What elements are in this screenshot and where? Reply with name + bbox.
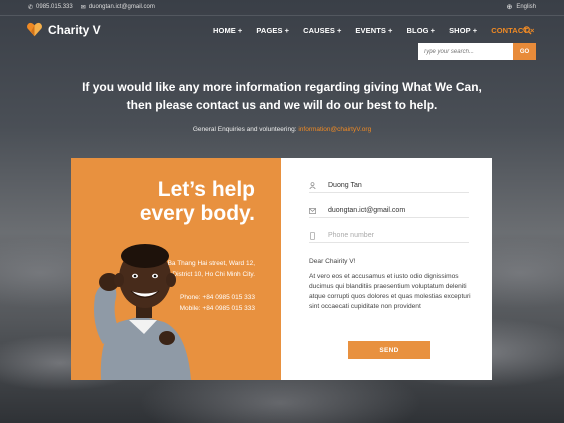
email-value: duongtan.ict@gmail.com (328, 207, 406, 214)
search-dropdown: GO (418, 43, 536, 60)
phone-icon: ✆ (28, 4, 34, 11)
name-field[interactable]: Duong Tan (309, 179, 469, 193)
mobile-icon (309, 231, 316, 240)
search-icon[interactable] (523, 26, 532, 35)
topbar-phone-text: 0985.015.333 (36, 4, 73, 10)
language-label: English (516, 4, 536, 10)
search-go-button[interactable]: GO (513, 43, 536, 60)
message-body: At vero eos et accusamus et iusto odio d… (309, 273, 471, 310)
child-photo (94, 244, 191, 380)
nav-item-pages[interactable]: PAGES + (256, 26, 289, 35)
top-bar: ✆ 0985.015.333 ✉ duongtan.ict@gmail.com … (0, 0, 564, 14)
nav-item-blog[interactable]: BLOG + (407, 26, 436, 35)
email-field[interactable]: duongtan.ict@gmail.com (309, 204, 469, 218)
user-icon (309, 182, 316, 189)
language-selector[interactable]: ⊕ English (506, 3, 536, 11)
mail-icon (309, 207, 316, 214)
hero-line-2: then please contact us and we will do ou… (126, 98, 438, 112)
logo[interactable]: Charity V (26, 21, 101, 38)
name-value: Duong Tan (328, 182, 362, 189)
brand-name: Charity V (48, 22, 101, 37)
hero-headline: If you would like any more information r… (0, 78, 564, 114)
hero-line-1: If you would like any more information r… (82, 80, 482, 94)
enquiry-email-link[interactable]: information@chairtyV.org (298, 126, 371, 133)
topbar-email[interactable]: ✉ duongtan.ict@gmail.com (81, 4, 155, 11)
globe-icon: ⊕ (506, 4, 513, 11)
contact-card: Let’s help every body. Ba Thang Hai stre… (71, 158, 492, 380)
message-textarea[interactable]: Dear Chairity V! At vero eos et accusamu… (309, 257, 481, 312)
message-greeting: Dear Chairity V! (309, 258, 356, 265)
enquiry-label: General Enquiries and volunteering: (192, 126, 297, 133)
contact-form: Duong Tan duongtan.ict@gmail.com Phone n… (281, 158, 492, 380)
nav-item-events[interactable]: EVENTS + (355, 26, 392, 35)
topbar-phone[interactable]: ✆ 0985.015.333 (28, 4, 73, 11)
phone-field[interactable]: Phone number (309, 229, 469, 243)
card-heading: Let’s help every body. (139, 178, 255, 225)
main-nav: HOME + PAGES + CAUSES + EVENTS + BLOG + SHOP +… (213, 26, 549, 35)
nav-item-causes[interactable]: CAUSES + (303, 26, 341, 35)
mail-icon: ✉ (80, 4, 86, 11)
nav-item-home[interactable]: HOME + (213, 26, 242, 35)
nav-item-shop[interactable]: SHOP + (449, 26, 477, 35)
logo-mark-icon (27, 22, 42, 37)
topbar-divider (0, 15, 564, 16)
phone-placeholder: Phone number (328, 232, 374, 239)
search-input[interactable] (418, 43, 513, 60)
send-button[interactable]: SEND (348, 341, 430, 359)
contact-info-panel: Let’s help every body. Ba Thang Hai stre… (71, 158, 281, 380)
enquiry-line: General Enquiries and volunteering: info… (0, 126, 564, 133)
topbar-email-text: duongtan.ict@gmail.com (88, 4, 155, 10)
